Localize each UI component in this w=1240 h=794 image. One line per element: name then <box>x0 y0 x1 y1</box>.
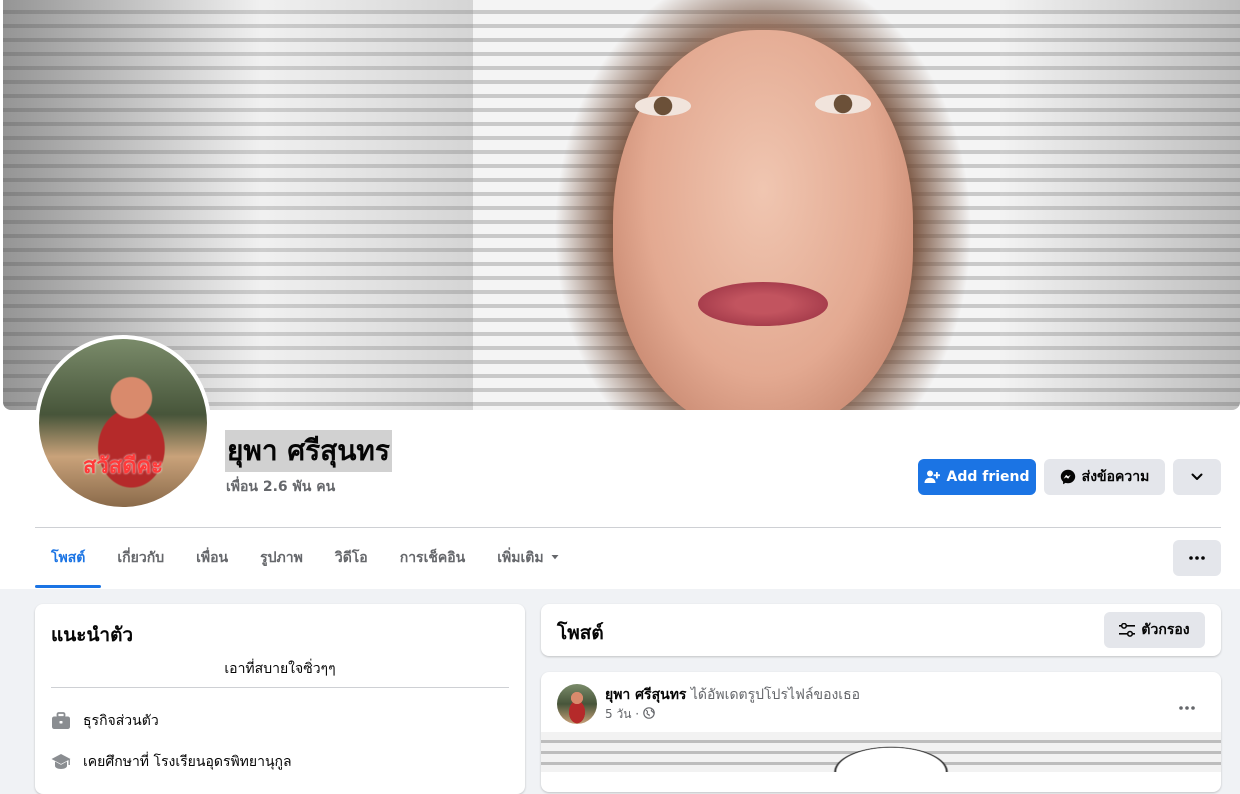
filter-label: ตัวกรอง <box>1141 622 1190 638</box>
cover-photo-eye <box>635 96 691 116</box>
intro-bio: เอาที่สบายใจซิ่วๆๆ <box>224 661 336 677</box>
add-friend-button[interactable]: Add friend <box>918 459 1036 495</box>
cover-photo-shade-left <box>3 0 473 410</box>
cover-photo-face <box>613 30 913 410</box>
cover-photo-shade-right <box>1000 0 1240 410</box>
tab-label: การเช็คอิน <box>399 550 466 566</box>
ellipsis-icon <box>1189 556 1205 560</box>
messenger-icon <box>1060 469 1076 485</box>
post-card: ยุพา ศรีสุนทร ได้อัพเดตรูปโปรไฟล์ของเธอ … <box>541 672 1221 792</box>
post-image[interactable] <box>541 732 1221 772</box>
intro-item-education: เคยศึกษาที่ โรงเรียนอุดรพิทยานุกูล <box>51 751 292 773</box>
profile-tabs: โพสต์ เกี่ยวกับ เพื่อน รูปภาพ วิดีโอ การ… <box>35 528 576 588</box>
message-label: ส่งข้อความ <box>1081 469 1150 485</box>
tab-checkins[interactable]: การเช็คอิน <box>384 528 482 588</box>
tab-label: เกี่ยวกับ <box>117 550 165 566</box>
cover-photo-eye <box>815 94 871 114</box>
posts-header-card: โพสต์ ตัวกรอง <box>541 604 1221 656</box>
filter-button[interactable]: ตัวกรอง <box>1104 612 1205 648</box>
intro-item-text: เคยศึกษาที่ โรงเรียนอุดรพิทยานุกูล <box>83 754 292 770</box>
post-author-name[interactable]: ยุพา ศรีสุนทร <box>605 687 686 703</box>
intro-item-text: ธุรกิจส่วนตัว <box>83 713 159 729</box>
add-person-icon <box>924 469 941 485</box>
post-more-options-button[interactable] <box>1169 686 1205 722</box>
profile-avatar[interactable]: สวัสดีค่ะ <box>35 335 211 511</box>
avatar-caption: สวัสดีค่ะ <box>82 454 164 479</box>
tab-about[interactable]: เกี่ยวกับ <box>101 528 180 588</box>
post-meta: 5 วัน · <box>605 705 655 724</box>
profile-header: สวัสดีค่ะ ยุพา ศรีสุนทร เพื่อน 2.6 พัน ค… <box>0 0 1240 589</box>
tab-posts[interactable]: โพสต์ <box>35 528 102 588</box>
profile-options-dropdown[interactable] <box>1173 459 1221 495</box>
filter-sliders-icon <box>1119 623 1136 637</box>
post-action-text: ได้อัพเดตรูปโปรไฟล์ของเธอ <box>690 687 861 703</box>
tab-photos[interactable]: รูปภาพ <box>244 528 319 588</box>
friends-count[interactable]: เพื่อน 2.6 พัน คน <box>226 476 335 498</box>
briefcase-icon <box>51 711 71 731</box>
intro-title: แนะนำตัว <box>51 624 134 646</box>
tab-label: โพสต์ <box>51 550 86 566</box>
intro-card: แนะนำตัว เอาที่สบายใจซิ่วๆๆ ธุรกิจส่วนตั… <box>35 604 525 794</box>
tabs-more-options-button[interactable] <box>1173 540 1221 576</box>
cover-photo-lips <box>698 282 828 326</box>
tab-videos[interactable]: วิดีโอ <box>319 528 384 588</box>
chevron-down-icon <box>1190 470 1204 484</box>
intro-divider <box>51 687 509 688</box>
globe-icon <box>643 707 655 722</box>
caret-down-icon <box>550 550 560 566</box>
profile-name: ยุพา ศรีสุนทร <box>225 430 392 472</box>
post-timestamp[interactable]: 5 วัน · <box>605 705 639 724</box>
post-author-avatar[interactable] <box>557 684 597 724</box>
tab-label: วิดีโอ <box>334 550 368 566</box>
intro-item-work: ธุรกิจส่วนตัว <box>51 710 159 732</box>
add-friend-label: Add friend <box>946 469 1030 485</box>
cover-photo[interactable] <box>3 0 1240 410</box>
graduation-cap-icon <box>51 752 71 772</box>
posts-title: โพสต์ <box>557 622 604 644</box>
tab-label: รูปภาพ <box>260 550 303 566</box>
tab-label: เพิ่มเติม <box>497 550 544 566</box>
tab-friends[interactable]: เพื่อน <box>180 528 244 588</box>
message-button[interactable]: ส่งข้อความ <box>1044 459 1165 495</box>
tab-more[interactable]: เพิ่มเติม <box>481 528 575 588</box>
tab-label: เพื่อน <box>196 550 229 566</box>
ellipsis-icon <box>1179 695 1195 714</box>
post-header: ยุพา ศรีสุนทร ได้อัพเดตรูปโปรไฟล์ของเธอ <box>605 684 860 706</box>
